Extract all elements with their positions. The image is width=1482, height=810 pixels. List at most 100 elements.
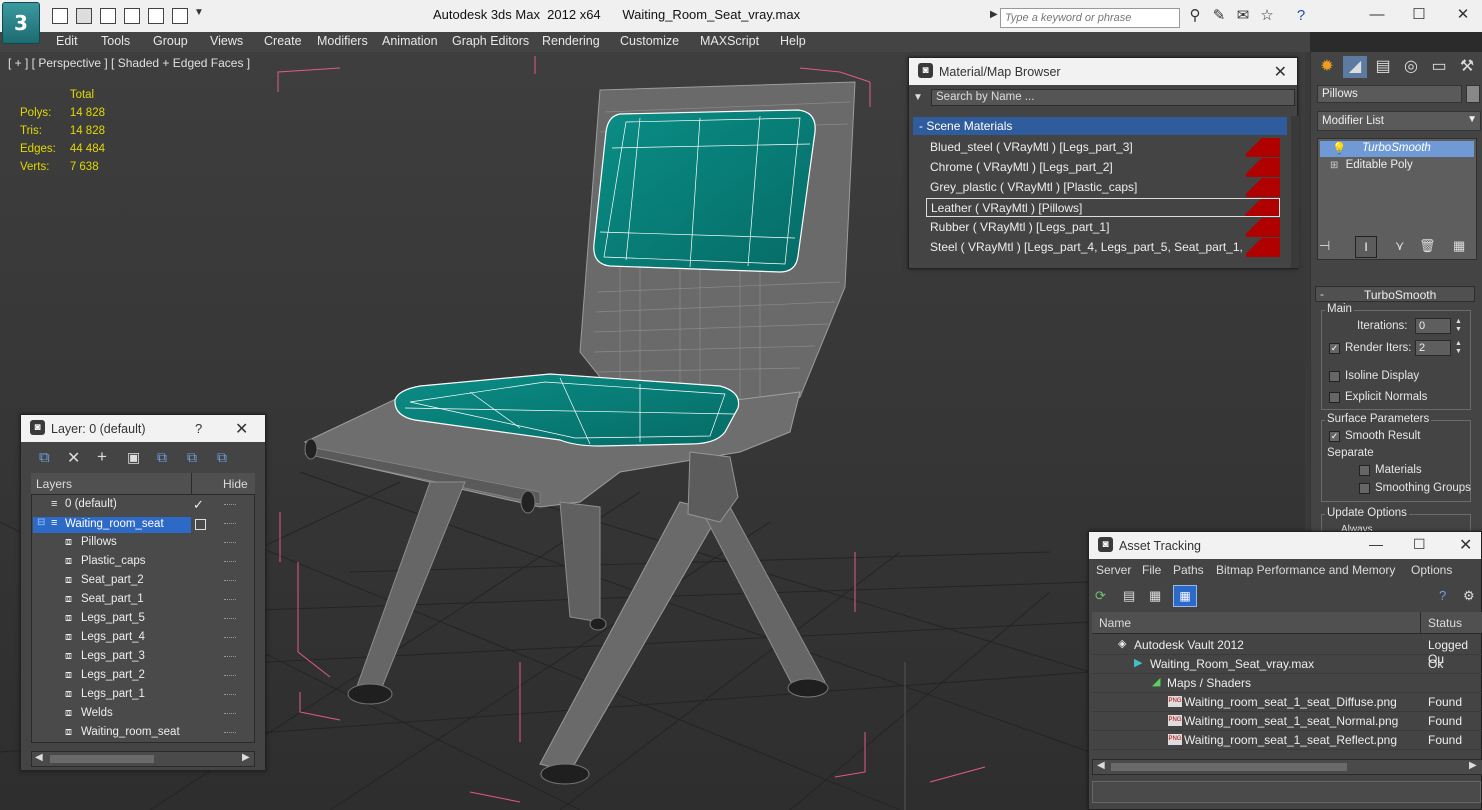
object-row[interactable]: ⧈ Waiting_room_seat	[33, 724, 243, 743]
utilities-tab-icon[interactable]: ⚒	[1455, 56, 1479, 78]
subscription-icon[interactable]: ✎	[1210, 7, 1228, 25]
tree-view-icon[interactable]: ▦	[1149, 588, 1161, 604]
object-row[interactable]: ⧈ Legs_part_5	[33, 610, 243, 629]
object-row[interactable]: ⧈ Plastic_caps	[33, 553, 243, 572]
browser-options-icon[interactable]: ▼	[913, 92, 923, 103]
scroll-right-icon[interactable]: ▶	[242, 752, 250, 763]
menu-server[interactable]: Server	[1096, 563, 1131, 577]
highlight-layer-icon[interactable]: ⧉	[157, 449, 167, 466]
binoculars-icon[interactable]: ⚲	[1186, 7, 1204, 25]
object-row[interactable]: ⧈ Welds	[33, 705, 243, 724]
layers-column-header[interactable]: Layers	[36, 477, 72, 491]
menu-customize[interactable]: Customize	[620, 34, 679, 48]
menu-edit[interactable]: Edit	[56, 34, 78, 48]
remove-modifier-icon[interactable]: 🗑	[1419, 238, 1436, 254]
scroll-thumb[interactable]	[50, 755, 154, 763]
isoline-display-checkbox[interactable]	[1329, 371, 1340, 382]
minimize-icon[interactable]: —	[1362, 4, 1392, 26]
status-column-header[interactable]: Status	[1428, 616, 1462, 630]
menu-graph-editors[interactable]: Graph Editors	[452, 34, 529, 48]
horizontal-scrollbar[interactable]: ◀ ▶	[31, 751, 255, 767]
layer-row-default[interactable]: ≡ 0 (default) ✓	[33, 496, 243, 515]
material-item[interactable]: Rubber ( VRayMtl ) [Legs_part_1]	[926, 218, 1280, 237]
render-iters-input[interactable]: 2	[1415, 340, 1451, 356]
modifier-list-dropdown[interactable]: Modifier List ▼	[1317, 111, 1481, 131]
pin-stack-icon[interactable]: ⊣	[1319, 238, 1330, 254]
open-file-icon[interactable]	[100, 8, 116, 24]
layer-row-waiting-room-seat[interactable]: ⊟ ≡ Waiting_room_seat	[33, 515, 243, 534]
select-objects-icon[interactable]: ▣	[127, 449, 140, 466]
search-input[interactable]: Type a keyword or phrase	[1000, 8, 1180, 28]
search-expand-icon[interactable]: ▶	[990, 9, 998, 20]
hide-toggle[interactable]	[224, 504, 236, 507]
make-unique-icon[interactable]: ⋎	[1395, 238, 1405, 254]
hide-toggle[interactable]	[224, 637, 236, 640]
object-row[interactable]: ⧈ Legs_part_4	[33, 629, 243, 648]
stack-item-turbosmooth[interactable]: 💡 TurboSmooth	[1320, 141, 1474, 157]
hide-toggle[interactable]	[224, 580, 236, 583]
hide-all-layers-icon[interactable]: ⧉	[187, 449, 197, 466]
render-iters-checkbox[interactable]: ✓	[1329, 343, 1340, 354]
asset-row[interactable]: PNG Waiting_room_seat_1_seat_Reflect.png…	[1092, 731, 1482, 750]
maximize-icon[interactable]: ☐	[1413, 536, 1426, 553]
refresh-icon[interactable]: ⟳	[1095, 588, 1106, 604]
menu-paths[interactable]: Paths	[1173, 563, 1204, 577]
object-row[interactable]: ⧈ Legs_part_3	[33, 648, 243, 667]
object-row[interactable]: ⧈ Seat_part_2	[33, 572, 243, 591]
search-by-name-input[interactable]: Search by Name ...	[931, 89, 1295, 106]
menu-create[interactable]: Create	[264, 34, 302, 48]
material-item[interactable]: Steel ( VRayMtl ) [Legs_part_4, Legs_par…	[926, 238, 1280, 257]
quick-access-dropdown-icon[interactable]: ▼	[194, 7, 204, 18]
display-tab-icon[interactable]: ▭	[1427, 56, 1451, 78]
communication-icon[interactable]: ✉	[1234, 7, 1252, 25]
turbosmooth-rollout-header[interactable]: - TurboSmooth	[1315, 286, 1475, 302]
smooth-result-checkbox[interactable]: ✓	[1329, 431, 1340, 442]
asset-row[interactable]: ◢ Maps / Shaders	[1092, 674, 1482, 693]
path-field[interactable]	[1092, 781, 1481, 803]
close-icon[interactable]: ✕	[1274, 62, 1287, 82]
material-item[interactable]: Grey_plastic ( VRayMtl ) [Plastic_caps]	[926, 178, 1280, 197]
menu-modifiers[interactable]: Modifiers	[317, 34, 368, 48]
create-tab-icon[interactable]: ✹	[1315, 56, 1339, 78]
menu-maxscript[interactable]: MAXScript	[700, 34, 759, 48]
hide-toggle[interactable]	[224, 542, 236, 545]
menu-options[interactable]: Options	[1411, 563, 1452, 577]
iterations-input[interactable]: 0	[1415, 318, 1451, 334]
asset-row[interactable]: PNG Waiting_room_seat_1_seat_Normal.png …	[1092, 712, 1482, 731]
scroll-right-icon[interactable]: ▶	[1469, 760, 1477, 771]
set-current-box-icon[interactable]	[195, 519, 206, 530]
new-file-icon[interactable]	[52, 8, 68, 24]
material-item[interactable]: Chrome ( VRayMtl ) [Legs_part_2]	[926, 158, 1280, 177]
hierarchy-tab-icon[interactable]: ▤	[1371, 56, 1395, 78]
show-end-result-icon[interactable]: I	[1355, 236, 1377, 258]
project-folder-icon[interactable]	[172, 8, 188, 24]
help-icon[interactable]: ?	[195, 421, 202, 436]
menu-file[interactable]: File	[1142, 563, 1161, 577]
asset-row[interactable]: ▶ Waiting_Room_Seat_vray.max Ok	[1092, 655, 1482, 674]
menu-rendering[interactable]: Rendering	[542, 34, 600, 48]
close-icon[interactable]: ✕	[1448, 4, 1478, 26]
hide-toggle[interactable]	[224, 599, 236, 602]
add-to-layer-icon[interactable]: +	[97, 447, 107, 467]
asset-row[interactable]: PNG Waiting_room_seat_1_seat_Diffuse.png…	[1092, 693, 1482, 712]
configure-sets-icon[interactable]: ▦	[1453, 238, 1465, 254]
undo-icon[interactable]	[124, 8, 140, 24]
name-column-header[interactable]: Name	[1099, 616, 1131, 630]
hide-toggle[interactable]	[224, 694, 236, 697]
hide-toggle[interactable]	[224, 561, 236, 564]
material-item-selected[interactable]: Leather ( VRayMtl ) [Pillows]	[926, 198, 1280, 217]
redo-icon[interactable]	[148, 8, 164, 24]
maximize-icon[interactable]: ☐	[1404, 4, 1434, 26]
modify-tab-icon[interactable]: ◢	[1343, 56, 1367, 78]
hide-toggle[interactable]	[224, 618, 236, 621]
save-file-icon[interactable]	[76, 8, 92, 24]
freeze-all-layers-icon[interactable]: ⧉	[217, 449, 227, 466]
asset-row[interactable]: ◈ Autodesk Vault 2012 Logged Ou	[1092, 636, 1482, 666]
minimize-icon[interactable]: —	[1369, 536, 1383, 552]
help-icon[interactable]: ?	[1439, 588, 1446, 603]
object-row[interactable]: ⧈ Pillows	[33, 534, 243, 553]
scroll-left-icon[interactable]: ◀	[35, 752, 43, 763]
horizontal-scrollbar[interactable]: ◀ ▶	[1092, 759, 1482, 775]
layer-window-titlebar[interactable]: ◙ Layer: 0 (default) ? ✕	[21, 415, 265, 442]
bulb-icon[interactable]: 💡	[1332, 141, 1346, 155]
